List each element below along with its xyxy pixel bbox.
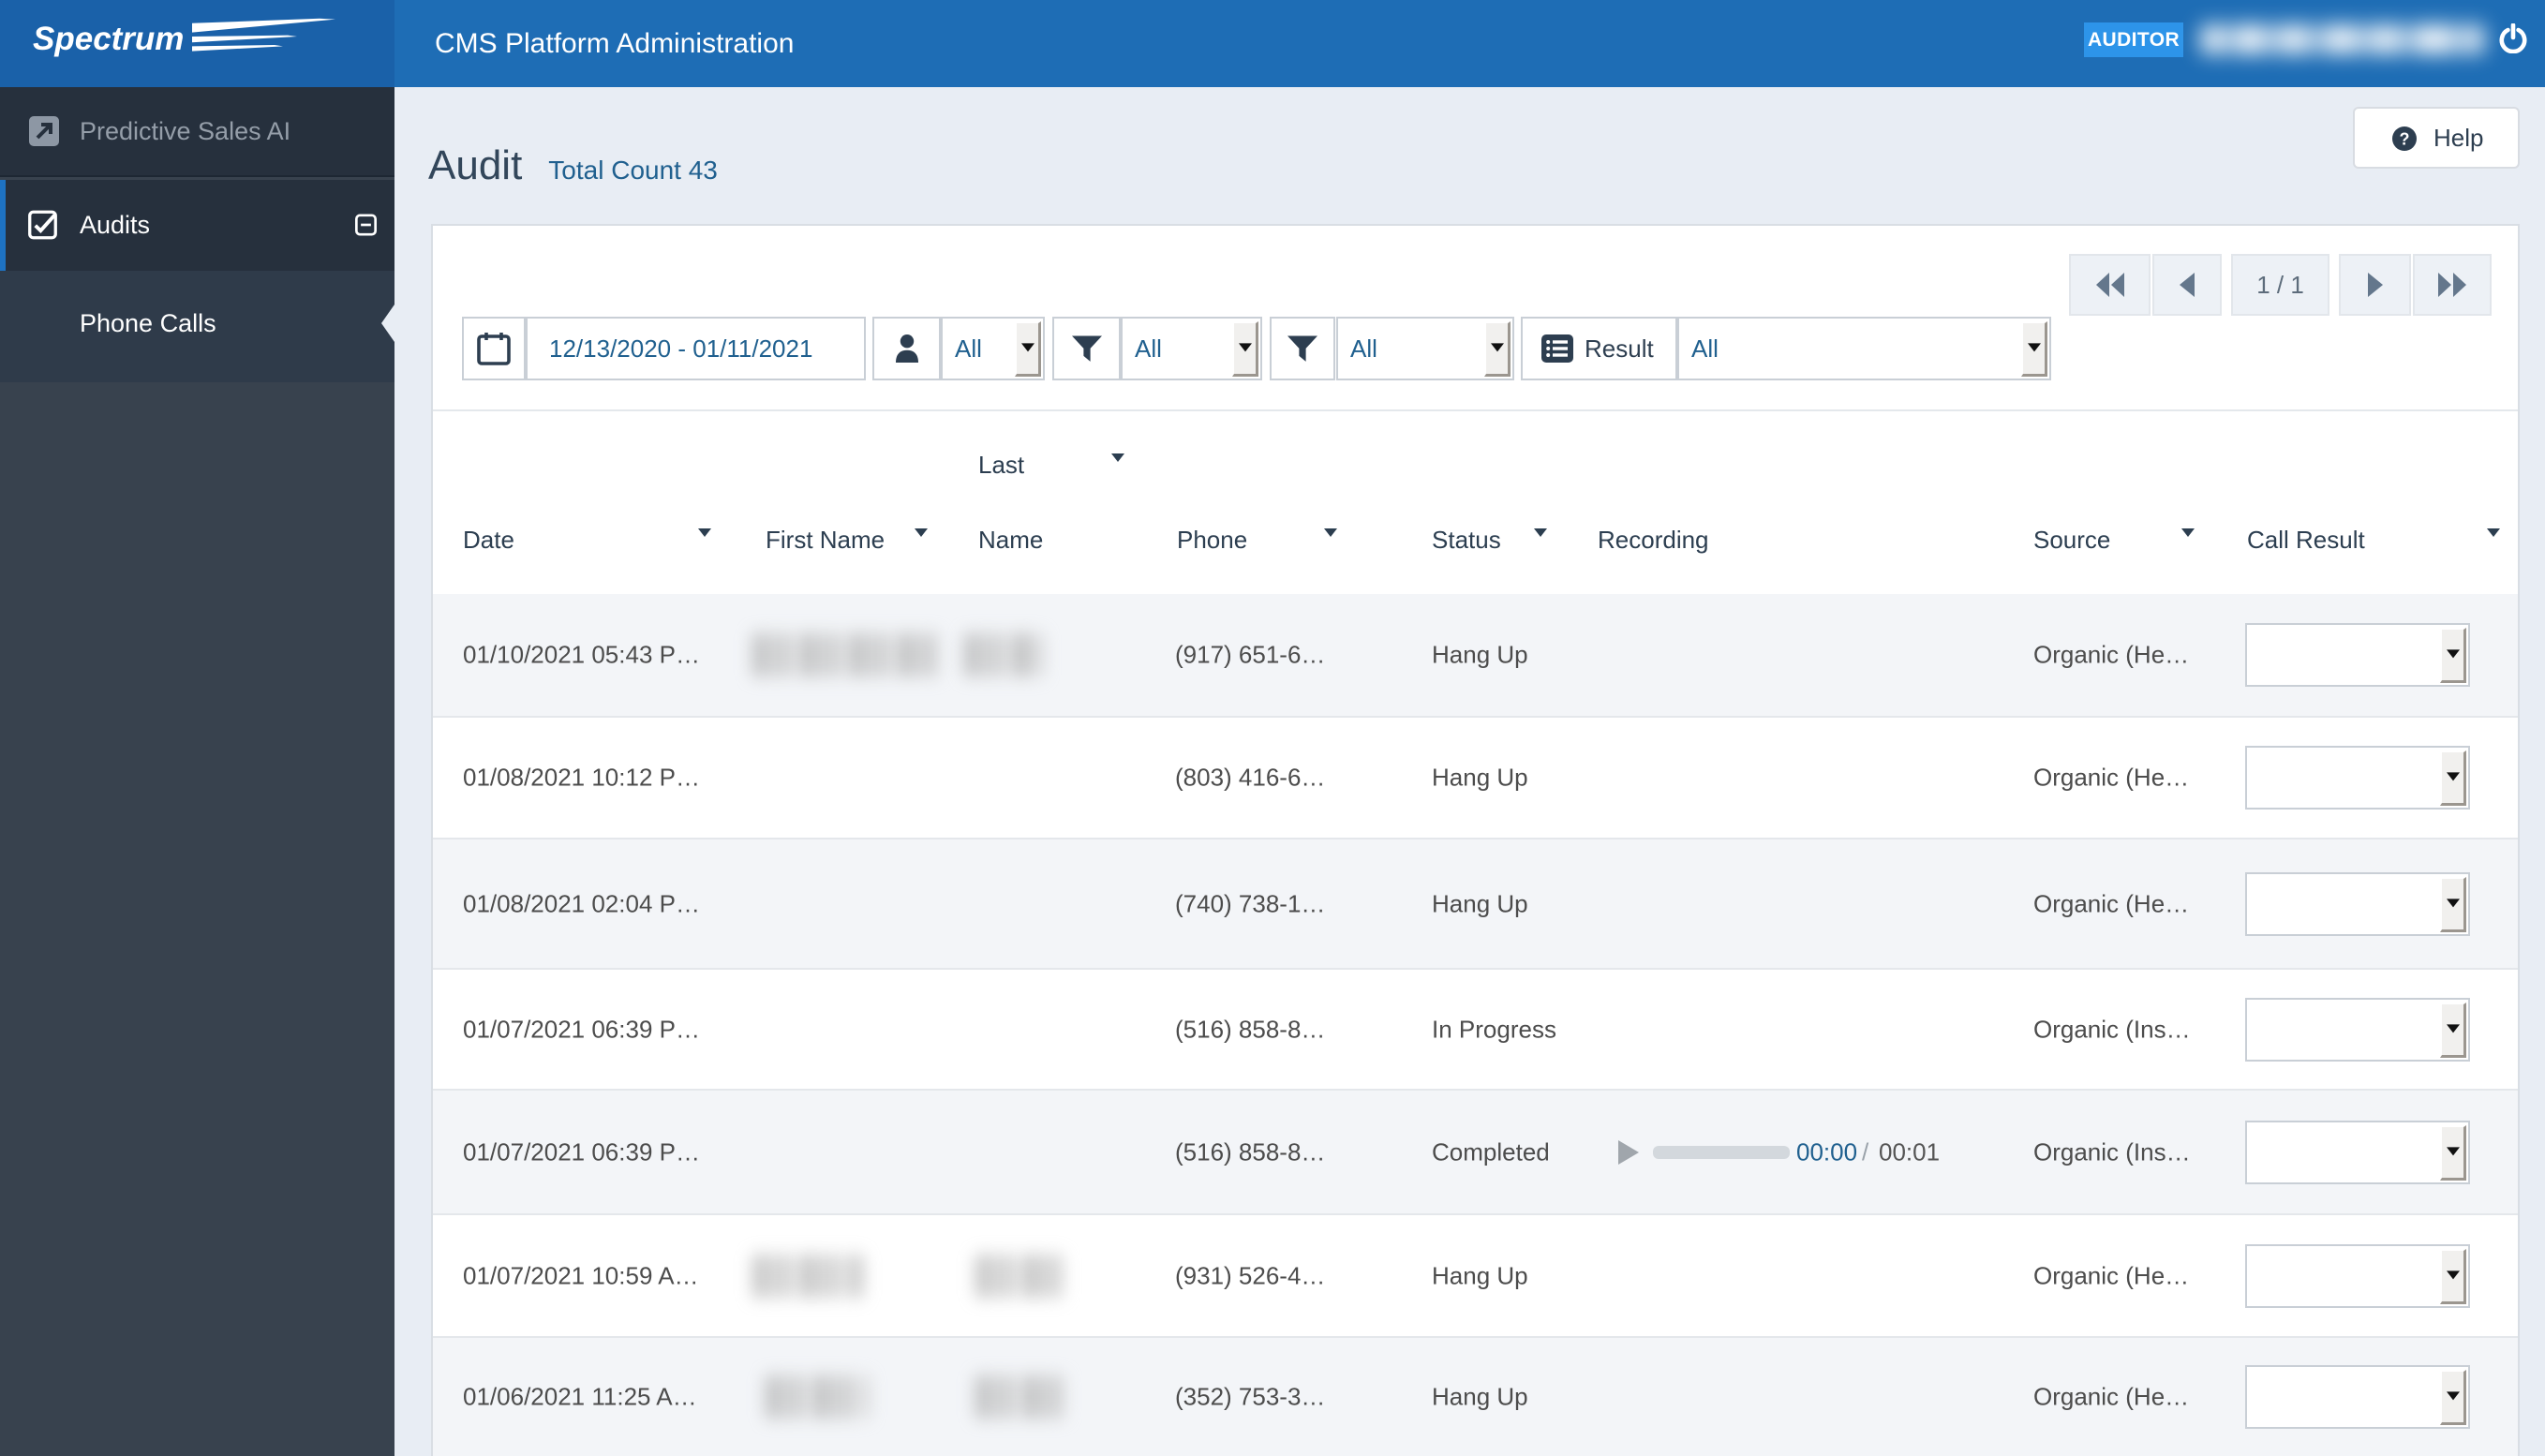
svg-text:?: ? <box>2400 129 2410 148</box>
svg-text:Spectrum: Spectrum <box>33 21 184 57</box>
